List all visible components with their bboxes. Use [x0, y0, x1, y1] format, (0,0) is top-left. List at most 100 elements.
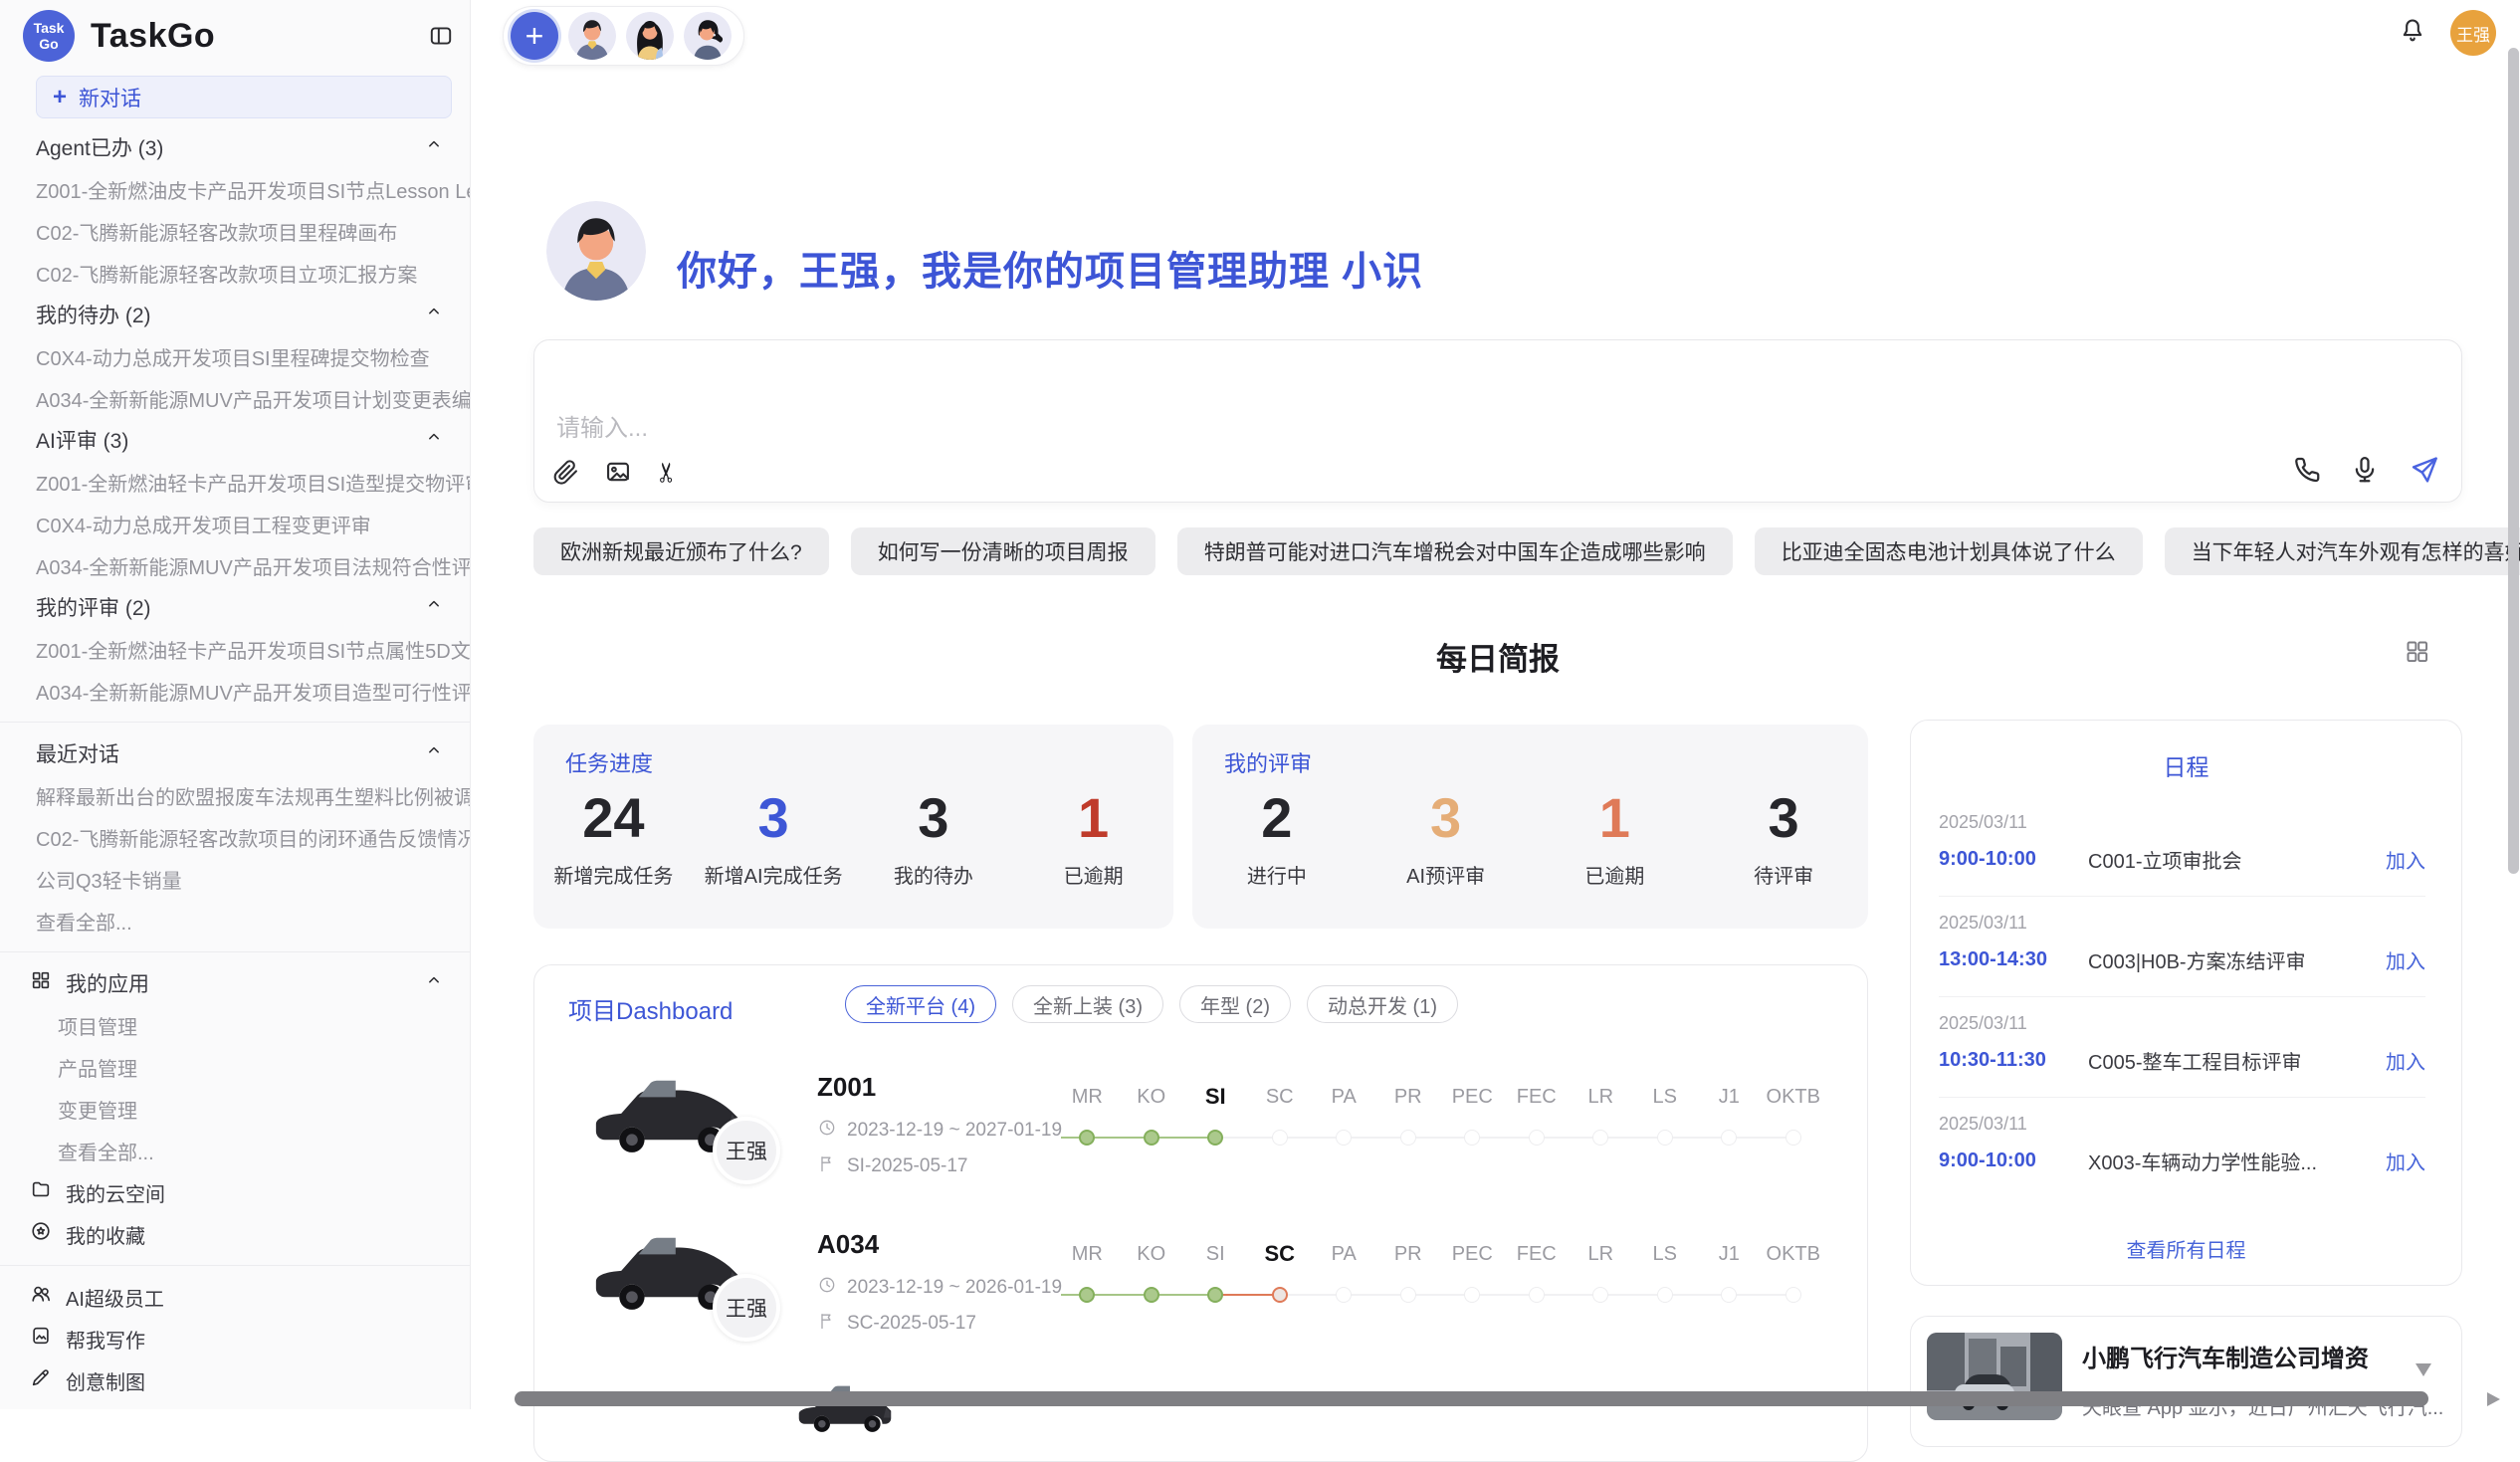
chevron-up-icon[interactable]: [424, 970, 444, 996]
milestone-dot-future: [1785, 1287, 1801, 1303]
view-all-chats[interactable]: 查看全部...: [0, 900, 470, 941]
list-item[interactable]: C0X4-动力总成开发项目工程变更评审: [0, 503, 470, 544]
screenshot-scissors-icon[interactable]: ✂: [654, 461, 681, 484]
tab-new-platform[interactable]: 全新平台 (4): [845, 985, 996, 1023]
app-item-product-mgmt[interactable]: 产品管理: [0, 1046, 470, 1088]
list-item[interactable]: C02-飞腾新能源轻客改款项目立项汇报方案: [0, 252, 470, 294]
milestone-dot-future: [1529, 1287, 1545, 1303]
dashboard-title: 项目Dashboard: [568, 991, 733, 1026]
creative-drawing[interactable]: 创意制图: [0, 1359, 470, 1401]
sidebar-collapse-icon[interactable]: [426, 21, 456, 51]
news-card[interactable]: 小鹏飞行汽车制造公司增资 天眼查 App 显示，近日广州汇天飞行汽...: [1910, 1316, 2462, 1447]
section-my-todo[interactable]: 我的待办 (2): [0, 294, 470, 335]
list-item[interactable]: A034-全新新能源MUV产品开发项目造型可行性评审: [0, 670, 470, 712]
recent-chat-item[interactable]: 公司Q3轻卡销量: [0, 858, 470, 900]
scroll-down-arrow[interactable]: [2415, 1363, 2431, 1376]
chevron-up-icon[interactable]: [424, 134, 444, 160]
section-my-review[interactable]: 我的评审 (2): [0, 586, 470, 628]
schedule-date: 2025/03/11: [1939, 812, 2425, 833]
join-link[interactable]: 加入: [2386, 945, 2425, 974]
assistant-avatar: [546, 201, 646, 301]
layout-grid-icon[interactable]: [2404, 638, 2430, 670]
list-item[interactable]: C0X4-动力总成开发项目SI里程碑提交物检查: [0, 335, 470, 377]
schedule-card: 日程 2025/03/11 9:00-10:00 C001-立项审批会 加入 2…: [1910, 720, 2462, 1286]
my-cloud-space[interactable]: 我的云空间: [0, 1171, 470, 1213]
join-link[interactable]: 加入: [2386, 845, 2425, 874]
suggestion-chip[interactable]: 比亚迪全固态电池计划具体说了什么: [1755, 527, 2143, 575]
attachment-icon[interactable]: [552, 458, 580, 486]
notification-bell-icon[interactable]: [2399, 17, 2426, 50]
suggestion-chip[interactable]: 特朗普可能对进口汽车增税会对中国车企造成哪些影响: [1177, 527, 1733, 575]
clock-icon: [817, 1118, 837, 1144]
schedule-item[interactable]: 2025/03/11 13:00-14:30 C003|H0B-方案冻结评审 加…: [1939, 897, 2425, 997]
project-name: Z001: [817, 1072, 1062, 1102]
plus-icon: +: [53, 84, 67, 111]
send-icon[interactable]: [2408, 454, 2439, 486]
chevron-up-icon[interactable]: [424, 594, 444, 620]
section-ai-review[interactable]: AI评审 (3): [0, 419, 470, 461]
app-item-project-mgmt[interactable]: 项目管理: [0, 1004, 470, 1046]
tab-model-year[interactable]: 年型 (2): [1179, 985, 1291, 1023]
view-all-apps[interactable]: 查看全部...: [0, 1130, 470, 1171]
stat-in-progress: 2 进行中: [1192, 788, 1362, 889]
logo-text-top: Task: [34, 20, 65, 36]
my-favorites[interactable]: 我的收藏: [0, 1213, 470, 1255]
project-row-z001[interactable]: 王强 Z001 2023-12-19 ~ 2027-01-19 SI-2025-…: [534, 1052, 1867, 1209]
help-me-write[interactable]: 帮我写作: [0, 1318, 470, 1359]
list-item[interactable]: A034-全新新能源MUV产品开发项目法规符合性评审: [0, 544, 470, 586]
list-item[interactable]: Z001-全新燃油皮卡产品开发项目SI节点Lesson Learn报告: [0, 168, 470, 210]
suggestion-chip[interactable]: 如何写一份清晰的项目周报: [851, 527, 1155, 575]
join-link[interactable]: 加入: [2386, 1046, 2425, 1075]
ai-super-staff[interactable]: AI超级员工: [0, 1276, 470, 1318]
list-item[interactable]: Z001-全新燃油轻卡产品开发项目SI造型提交物评审: [0, 461, 470, 503]
input-placeholder: 请输入...: [556, 408, 648, 443]
list-item[interactable]: Z001-全新燃油轻卡产品开发项目SI节点属性5D文件评审: [0, 628, 470, 670]
chevron-up-icon[interactable]: [424, 427, 444, 453]
logo-text-bottom: Go: [39, 36, 58, 52]
view-all-schedule-link[interactable]: 查看所有日程: [1911, 1234, 2461, 1263]
new-chat-button[interactable]: + 新对话: [36, 76, 452, 118]
section-agent-done[interactable]: Agent已办 (3): [0, 126, 470, 168]
tab-powertrain[interactable]: 动总开发 (1): [1307, 985, 1458, 1023]
section-my-apps[interactable]: 我的应用: [0, 962, 470, 1004]
project-row-a034[interactable]: 王强 A034 2023-12-19 ~ 2026-01-19 SC-2025-…: [534, 1209, 1867, 1366]
card-title: 任务进度: [565, 746, 653, 778]
suggestion-chip[interactable]: 当下年轻人对汽车外观有怎样的喜好趋势: [2165, 527, 2520, 575]
schedule-item[interactable]: 2025/03/11 9:00-10:00 C001-立项审批会 加入: [1939, 796, 2425, 897]
greeting-text: 你好，王强，我是你的项目管理助理 小识: [677, 239, 1423, 297]
recent-chat-item[interactable]: 解释最新出台的欧盟报废车法规再生塑料比例被调到15%...: [0, 774, 470, 816]
flag-icon: [817, 1311, 837, 1337]
schedule-date: 2025/03/11: [1939, 1013, 2425, 1034]
join-link[interactable]: 加入: [2386, 1147, 2425, 1175]
scroll-right-arrow[interactable]: [2487, 1392, 2500, 1406]
tab-new-body[interactable]: 全新上装 (3): [1012, 985, 1163, 1023]
member-avatar-3[interactable]: [684, 12, 732, 60]
chevron-up-icon[interactable]: [424, 740, 444, 766]
image-upload-icon[interactable]: [604, 458, 632, 486]
stat-my-todo: 3 我的待办: [854, 788, 1014, 889]
user-avatar[interactable]: 王强: [2450, 10, 2496, 56]
member-avatar-1[interactable]: [568, 12, 616, 60]
message-input[interactable]: 请输入... ✂: [533, 339, 2462, 503]
recent-chat-item[interactable]: C02-飞腾新能源轻客改款项目的闭环通告反馈情况: [0, 816, 470, 858]
stat-ai-prereview: 3 AI预评审: [1362, 788, 1531, 889]
phone-call-icon[interactable]: [2292, 455, 2322, 485]
suggestion-chip[interactable]: 欧洲新规最近颁布了什么?: [533, 527, 829, 575]
horizontal-scrollbar[interactable]: [515, 1391, 2428, 1406]
milestone-dot-future: [1336, 1287, 1352, 1303]
microphone-icon[interactable]: [2350, 455, 2380, 485]
vertical-scrollbar[interactable]: [2508, 48, 2519, 874]
schedule-item[interactable]: 2025/03/11 10:30-11:30 C005-整车工程目标评审 加入: [1939, 997, 2425, 1098]
app-item-change-mgmt[interactable]: 变更管理: [0, 1088, 470, 1130]
schedule-title: 日程: [1911, 748, 2461, 782]
list-item[interactable]: C02-飞腾新能源轻客改款项目里程碑画布: [0, 210, 470, 252]
chevron-up-icon[interactable]: [424, 302, 444, 327]
list-item[interactable]: A034-全新新能源MUV产品开发项目计划变更表编写: [0, 377, 470, 419]
schedule-event-title: C005-整车工程目标评审: [2088, 1046, 2301, 1075]
schedule-item[interactable]: 2025/03/11 9:00-10:00 X003-车辆动力学性能验... 加…: [1939, 1098, 2425, 1197]
project-date-range: 2023-12-19 ~ 2026-01-19: [847, 1277, 1062, 1299]
section-recent-chats[interactable]: 最近对话: [0, 732, 470, 774]
member-avatar-2[interactable]: [626, 12, 674, 60]
new-session-button[interactable]: +: [511, 12, 558, 60]
schedule-time: 10:30-11:30: [1939, 1049, 2068, 1072]
